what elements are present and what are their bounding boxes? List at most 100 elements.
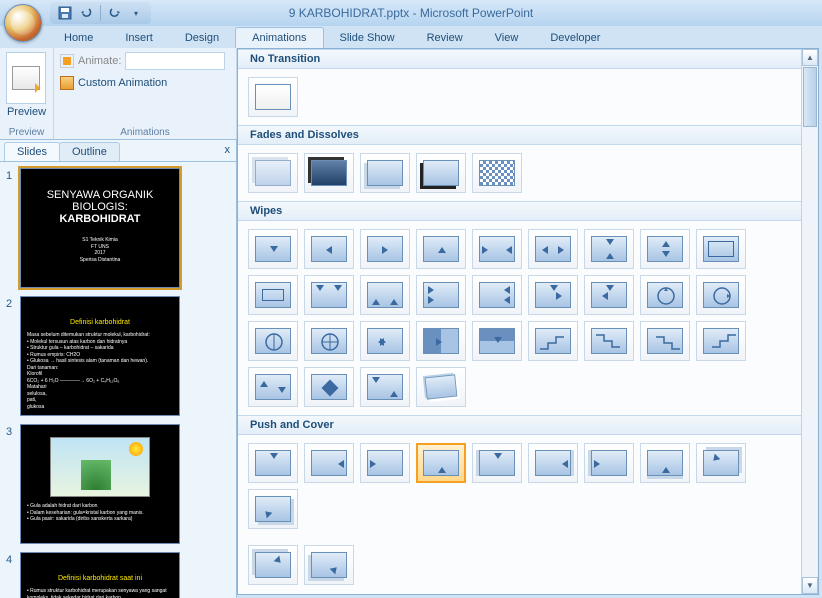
qat-dropdown-icon[interactable]: ▾ bbox=[127, 4, 145, 22]
custom-animation-label: Custom Animation bbox=[78, 77, 167, 89]
slide-image-placeholder bbox=[50, 437, 150, 497]
transition-box-out[interactable] bbox=[528, 229, 578, 269]
slide-thumbnail-4[interactable]: Definisi karbohidrat saat ini • Rumus st… bbox=[20, 552, 180, 598]
tab-design[interactable]: Design bbox=[169, 28, 235, 48]
transition-wipe-up[interactable] bbox=[416, 229, 466, 269]
redo-icon[interactable] bbox=[105, 4, 123, 22]
undo-icon[interactable] bbox=[78, 4, 96, 22]
transition-wipe-down[interactable] bbox=[248, 229, 298, 269]
transition-clock[interactable] bbox=[696, 275, 746, 315]
office-button[interactable] bbox=[4, 4, 42, 42]
group-label-preview: Preview bbox=[0, 127, 53, 138]
transition-push-up[interactable] bbox=[416, 443, 466, 483]
gallery-scrollbar[interactable]: ▲ ▼ bbox=[801, 49, 818, 594]
transition-push-left[interactable] bbox=[304, 443, 354, 483]
transition-fade-black[interactable] bbox=[304, 153, 354, 193]
transition-shape-circle[interactable] bbox=[248, 367, 298, 407]
transition-cover-lu[interactable] bbox=[248, 489, 298, 529]
preview-icon bbox=[12, 66, 40, 90]
transition-blinds-h[interactable] bbox=[304, 275, 354, 315]
transition-uncover-r[interactable] bbox=[472, 321, 522, 361]
transition-split-vin[interactable] bbox=[696, 229, 746, 269]
gallery-header-none: No Transition bbox=[238, 49, 801, 69]
transition-cover-up[interactable] bbox=[640, 443, 690, 483]
custom-animation-button[interactable]: Custom Animation bbox=[60, 76, 230, 90]
scroll-track[interactable] bbox=[802, 66, 818, 577]
custom-animation-icon bbox=[60, 76, 74, 90]
transition-checker-a[interactable] bbox=[416, 275, 466, 315]
transition-wipe-left[interactable] bbox=[304, 229, 354, 269]
slide-thumbnail-3[interactable]: • Gula adalah hidrat dari karbon • Dalam… bbox=[20, 424, 180, 544]
gallery-header-fades: Fades and Dissolves bbox=[238, 125, 801, 145]
save-icon[interactable] bbox=[56, 4, 74, 22]
transition-wipe-right[interactable] bbox=[360, 229, 410, 269]
panel-tab-outline[interactable]: Outline bbox=[59, 142, 120, 161]
transition-uncover-d[interactable] bbox=[360, 321, 410, 361]
ribbon-tabs: Home Insert Design Animations Slide Show… bbox=[0, 26, 822, 48]
tab-review[interactable]: Review bbox=[411, 28, 479, 48]
quick-access-toolbar: ▾ bbox=[50, 2, 151, 24]
tab-view[interactable]: View bbox=[479, 28, 535, 48]
window-title: 9 KARBOHIDRAT.pptx - Microsoft PowerPoin… bbox=[289, 6, 534, 20]
transition-blinds-v[interactable] bbox=[360, 275, 410, 315]
gallery-header-push: Push and Cover bbox=[238, 415, 801, 435]
slide-number: 1 bbox=[6, 168, 16, 288]
animate-select[interactable] bbox=[125, 52, 225, 70]
transition-wheel-2[interactable] bbox=[304, 321, 354, 361]
separator bbox=[100, 5, 101, 21]
group-label-animations: Animations bbox=[54, 127, 236, 138]
transition-comb-v[interactable] bbox=[584, 275, 634, 315]
tab-developer[interactable]: Developer bbox=[534, 28, 616, 48]
transition-none[interactable] bbox=[248, 77, 298, 117]
panel-close-icon[interactable]: x bbox=[225, 144, 231, 156]
animate-label: Animate: bbox=[78, 55, 121, 67]
tab-home[interactable]: Home bbox=[48, 28, 109, 48]
transition-split-hin[interactable] bbox=[584, 229, 634, 269]
tab-slideshow[interactable]: Slide Show bbox=[324, 28, 411, 48]
transition-cover-left[interactable] bbox=[528, 443, 578, 483]
transition-cover-down[interactable] bbox=[472, 443, 522, 483]
animate-icon bbox=[60, 54, 74, 68]
scroll-thumb[interactable] bbox=[803, 67, 817, 127]
transition-strips-ld[interactable] bbox=[528, 321, 578, 361]
transition-random-bars[interactable] bbox=[416, 367, 466, 407]
transition-push-down[interactable] bbox=[248, 443, 298, 483]
slide-thumbnail-1[interactable]: SENYAWA ORGANIK BIOLOGIS:KARBOHIDRAT S1 … bbox=[20, 168, 180, 288]
transition-box-in[interactable] bbox=[472, 229, 522, 269]
transition-shape-diamond[interactable] bbox=[304, 367, 354, 407]
transition-push-right[interactable] bbox=[360, 443, 410, 483]
transition-dissolve[interactable] bbox=[472, 153, 522, 193]
scroll-down-icon[interactable]: ▼ bbox=[802, 577, 818, 594]
tab-animations[interactable]: Animations bbox=[235, 27, 323, 48]
slide-number: 4 bbox=[6, 552, 16, 598]
transition-checker-d[interactable] bbox=[472, 275, 522, 315]
transition-strips-rd[interactable] bbox=[640, 321, 690, 361]
slide-thumbnail-2[interactable]: Definisi karbohidrat Masa sebelum ditemu… bbox=[20, 296, 180, 416]
transition-cover-ru[interactable] bbox=[304, 545, 354, 585]
transition-split-vout[interactable] bbox=[248, 275, 298, 315]
transition-gallery: No Transition Fades and Dissolves Wipes bbox=[237, 48, 819, 595]
gallery-header-wipes: Wipes bbox=[238, 201, 801, 221]
transition-comb-h[interactable] bbox=[528, 275, 578, 315]
panel-tab-slides[interactable]: Slides bbox=[4, 142, 60, 161]
scroll-up-icon[interactable]: ▲ bbox=[802, 49, 818, 66]
transition-wedge[interactable] bbox=[640, 275, 690, 315]
transition-split-hout[interactable] bbox=[640, 229, 690, 269]
slide-number: 3 bbox=[6, 424, 16, 544]
transition-strips-lu[interactable] bbox=[584, 321, 634, 361]
transition-strips-ru[interactable] bbox=[696, 321, 746, 361]
transition-wheel-1[interactable] bbox=[248, 321, 298, 361]
transition-fade-smooth[interactable] bbox=[360, 153, 410, 193]
transition-cover-rd[interactable] bbox=[248, 545, 298, 585]
tab-insert[interactable]: Insert bbox=[109, 28, 169, 48]
preview-label: Preview bbox=[6, 106, 47, 118]
slide-number: 2 bbox=[6, 296, 16, 416]
transition-fade[interactable] bbox=[248, 153, 298, 193]
transition-shape-plus[interactable] bbox=[360, 367, 410, 407]
transition-fade-through[interactable] bbox=[416, 153, 466, 193]
slides-list: 1 SENYAWA ORGANIK BIOLOGIS:KARBOHIDRAT S… bbox=[0, 162, 236, 598]
transition-cover-ld[interactable] bbox=[696, 443, 746, 483]
preview-button[interactable] bbox=[6, 52, 46, 104]
transition-cover-right[interactable] bbox=[584, 443, 634, 483]
transition-uncover-l[interactable] bbox=[416, 321, 466, 361]
